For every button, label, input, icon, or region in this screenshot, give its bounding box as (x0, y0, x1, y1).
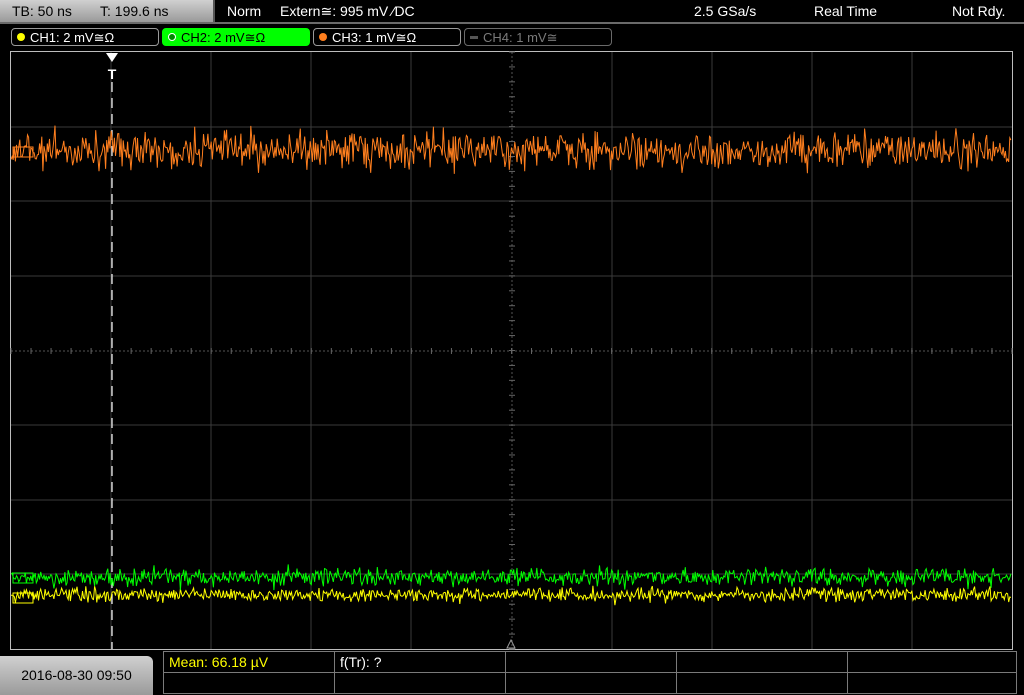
measurement-slot-8[interactable] (505, 672, 677, 694)
trigger-arrow-icon (106, 53, 118, 62)
measurement-panel: Mean: 66.18 µV f(Tr): ? (163, 651, 1024, 695)
measurement-slot-10[interactable] (847, 672, 1017, 694)
measurement-slot-3[interactable] (505, 651, 677, 673)
graticule-grid (10, 51, 1013, 650)
measurement-slot-7[interactable] (334, 672, 506, 694)
date-time-display: 2016-08-30 09:50 (0, 656, 153, 695)
measurement-mean[interactable]: Mean: 66.18 µV (163, 651, 335, 673)
channel-2-trace (10, 564, 1012, 591)
measurement-mean-label: Mean: 66.18 µV (169, 654, 269, 670)
measurement-slot-6[interactable] (163, 672, 335, 694)
channel-3-trace (10, 125, 1012, 174)
measurement-slot-9[interactable] (676, 672, 848, 694)
measurement-slot-5[interactable] (847, 651, 1017, 673)
trigger-label: T (108, 66, 117, 82)
date-time-label: 2016-08-30 09:50 (21, 667, 132, 683)
measurement-slot-4[interactable] (676, 651, 848, 673)
channel-1-trace (10, 585, 1012, 606)
waveform-area: T (10, 51, 1013, 650)
measurement-frequency-label: f(Tr): ? (340, 654, 382, 670)
measurement-frequency[interactable]: f(Tr): ? (334, 651, 506, 673)
horizontal-position-marker-icon[interactable] (506, 638, 516, 649)
